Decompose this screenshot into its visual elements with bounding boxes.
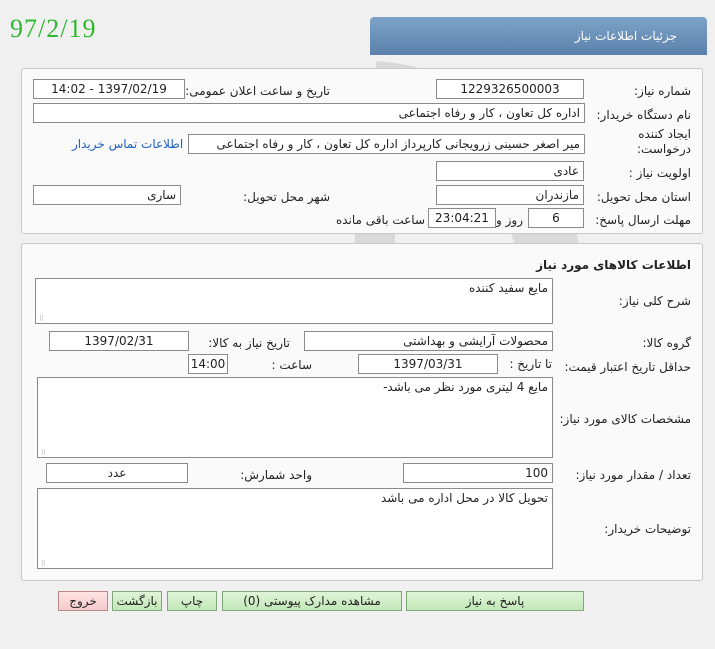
page-title: جزئیات اطلاعات نیاز bbox=[574, 29, 677, 43]
buyer-notes-label: توضیحات خریدار: bbox=[604, 522, 691, 536]
general-desc-textarea: مایع سفید کننده ⠿ bbox=[35, 278, 553, 324]
page: { "header": { "date": "97/2/19", "title"… bbox=[0, 0, 715, 649]
unit-label: واحد شمارش: bbox=[240, 468, 312, 482]
announce-datetime-label: تاریخ و ساعت اعلان عمومی: bbox=[185, 84, 330, 98]
need-number-field: 1229326500003 bbox=[436, 79, 584, 99]
time-left-label: ساعت باقی مانده bbox=[335, 213, 425, 227]
resize-grip-icon[interactable]: ⠿ bbox=[40, 561, 46, 568]
priority-field: عادی bbox=[436, 161, 584, 181]
days-label: روز و bbox=[496, 213, 523, 227]
goods-group-field: محصولات آرایشی و بهداشتی bbox=[304, 331, 553, 351]
creator-label-line1: ایجاد کننده bbox=[638, 127, 691, 141]
deadline-label: مهلت ارسال پاسخ: bbox=[595, 213, 691, 227]
goods-spec-textarea: مایع 4 لیتری مورد نظر می باشد- ⠿ bbox=[37, 377, 553, 458]
goods-section-title: اطلاعات کالاهای مورد نیاز bbox=[536, 258, 691, 272]
creator-label-line2: درخواست: bbox=[637, 142, 691, 156]
print-button[interactable]: چاپ bbox=[167, 591, 217, 611]
quantity-field: 100 bbox=[403, 463, 553, 483]
reply-button[interactable]: پاسخ به نیاز bbox=[406, 591, 584, 611]
need-date-label: تاریخ نیاز به کالا: bbox=[208, 336, 290, 350]
goods-spec-label: مشخصات کالای مورد نیاز: bbox=[559, 412, 691, 426]
goods-group-label: گروه کالا: bbox=[642, 336, 692, 350]
need-date-field: 1397/02/31 bbox=[49, 331, 189, 351]
priority-label: اولویت نیاز : bbox=[628, 166, 691, 180]
general-desc-label: شرح کلی نیاز: bbox=[618, 294, 691, 308]
buyer-contact-link[interactable]: اطلاعات تماس خریدار bbox=[72, 137, 183, 151]
time-left-field: 23:04:21 bbox=[428, 208, 496, 228]
general-desc-text: مایع سفید کننده bbox=[468, 281, 548, 295]
buyer-notes-textarea: تحویل کالا در محل اداره می باشد ⠿ bbox=[37, 488, 553, 569]
goods-spec-text: مایع 4 لیتری مورد نظر می باشد- bbox=[383, 380, 548, 394]
days-field: 6 bbox=[528, 208, 584, 228]
city-field: ساری bbox=[33, 185, 181, 205]
hour-label: ساعت : bbox=[271, 358, 312, 372]
until-date-label: تا تاریخ : bbox=[509, 357, 552, 371]
exit-button[interactable]: خروج bbox=[58, 591, 108, 611]
until-date-field: 1397/03/31 bbox=[358, 354, 498, 374]
creator-field: میر اصغر حسینی زرویجانی کارپرداز اداره ک… bbox=[188, 134, 585, 154]
quantity-label: تعداد / مقدار مورد نیاز: bbox=[575, 468, 691, 482]
hour-field: 14:00 bbox=[188, 354, 228, 374]
title-bar: جزئیات اطلاعات نیاز bbox=[370, 17, 707, 55]
buyer-org-label: نام دستگاه خریدار: bbox=[596, 108, 692, 122]
city-label: شهر محل تحویل: bbox=[243, 190, 330, 204]
province-field: مازندران bbox=[436, 185, 584, 205]
buyer-notes-text: تحویل کالا در محل اداره می باشد bbox=[380, 491, 548, 505]
unit-field: عدد bbox=[46, 463, 188, 483]
need-number-label: شماره نیاز: bbox=[634, 84, 691, 98]
buyer-org-field: اداره کل تعاون ، کار و رفاه اجتماعی bbox=[33, 103, 585, 123]
view-attachments-button[interactable]: مشاهده مدارک پیوستی (0) bbox=[222, 591, 402, 611]
announce-datetime-field: 1397/02/19 - 14:02 bbox=[33, 79, 185, 99]
province-label: استان محل تحویل: bbox=[596, 190, 691, 204]
resize-grip-icon[interactable]: ⠿ bbox=[38, 316, 44, 323]
resize-grip-icon[interactable]: ⠿ bbox=[40, 450, 46, 457]
back-button[interactable]: بازگشت bbox=[112, 591, 162, 611]
header-date: 97/2/19 bbox=[10, 14, 97, 43]
min-price-validity-label: حداقل تاریخ اعتبار قیمت: bbox=[564, 360, 691, 374]
